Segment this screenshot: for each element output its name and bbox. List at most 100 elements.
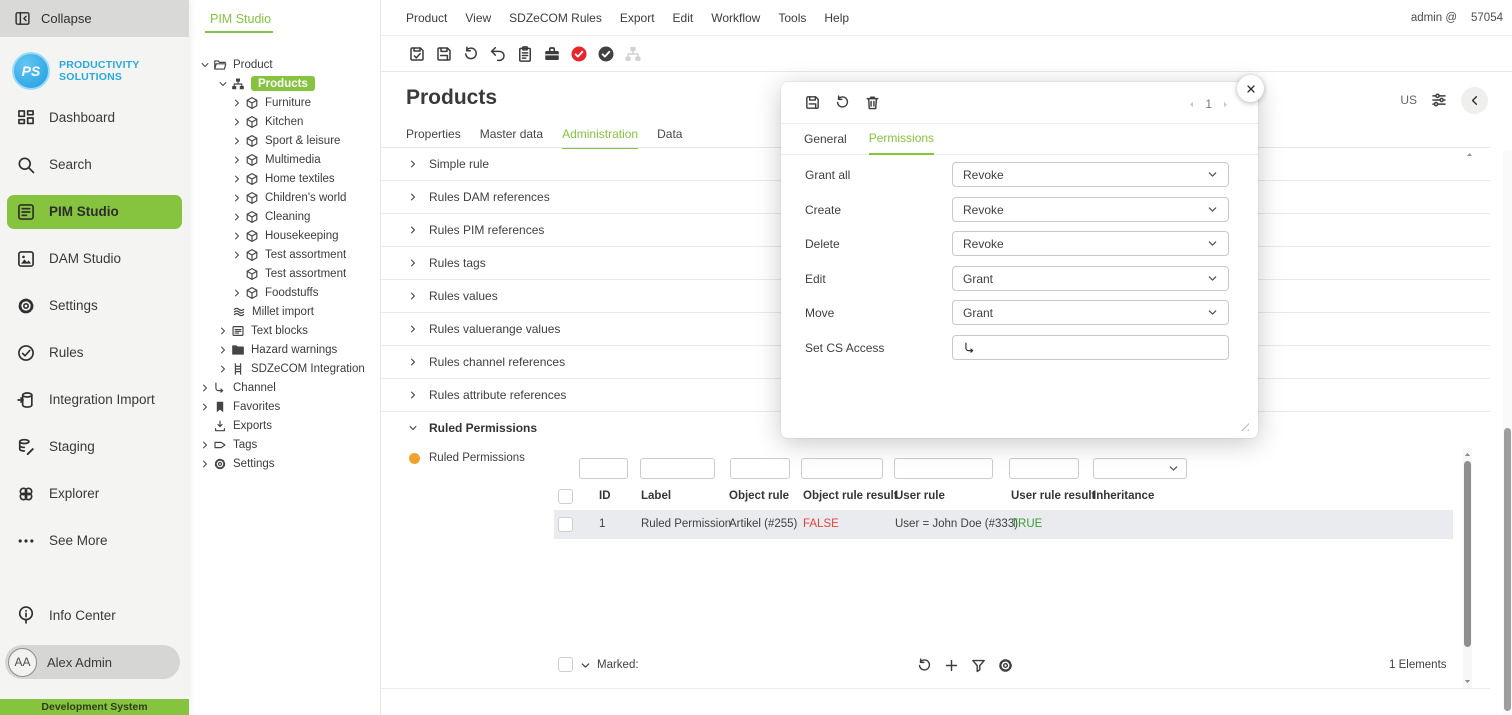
tree-node-foodstuffs[interactable]: Foodstuffs <box>189 283 380 302</box>
sidebar-item-info-center[interactable]: Info Center <box>0 600 189 630</box>
rule-item-ruled-permissions[interactable]: Ruled Permissions <box>381 444 525 472</box>
sidebar-item-dashboard[interactable]: Dashboard <box>0 94 189 141</box>
tree-node-favorites[interactable]: Favorites <box>189 397 380 416</box>
sidebar-item-explorer[interactable]: Explorer <box>0 470 189 517</box>
filter-label-input[interactable] <box>640 458 715 479</box>
tree-node-tags[interactable]: Tags <box>189 435 380 454</box>
delete-icon[interactable] <box>864 94 881 111</box>
filter-inheritance-select[interactable] <box>1093 458 1187 479</box>
scroll-up-icon[interactable] <box>1465 150 1474 159</box>
dialog-tab-general[interactable]: General <box>804 132 847 154</box>
tree-node-home-textiles[interactable]: Home textiles <box>189 169 380 188</box>
column-header-label[interactable]: Label <box>641 490 671 502</box>
tree-node-millet-import[interactable]: Millet import <box>189 302 380 321</box>
tree-node-text-blocks[interactable]: Text blocks <box>189 321 380 340</box>
toolbar-check-filled-icon[interactable] <box>597 45 615 63</box>
tree-node-test-assortment[interactable]: Test assortment <box>189 264 380 283</box>
input-set-cs-access[interactable] <box>952 335 1229 360</box>
save-icon[interactable] <box>804 94 821 111</box>
select-create[interactable]: Revoke <box>952 197 1229 222</box>
prev-page-icon[interactable] <box>1187 100 1196 109</box>
toolbar-check-filled-icon[interactable] <box>570 45 588 63</box>
table-settings-icon[interactable] <box>997 657 1014 674</box>
locale-selector[interactable]: US <box>1400 93 1417 107</box>
menu-workflow[interactable]: Workflow <box>711 11 760 25</box>
sidebar-item-staging[interactable]: Staging <box>0 423 189 470</box>
tree-node-hazard-warnings[interactable]: Hazard warnings <box>189 340 380 359</box>
tree-node-multimedia[interactable]: Multimedia <box>189 150 380 169</box>
sidebar-item-see-more[interactable]: See More <box>0 517 189 564</box>
scroll-up-icon[interactable] <box>1463 450 1472 459</box>
tree-node-test-assortment[interactable]: Test assortment <box>189 245 380 264</box>
user-menu[interactable]: AA Alex Admin <box>5 645 180 679</box>
column-header-inheritance[interactable]: Inheritance <box>1093 490 1154 502</box>
menu-export[interactable]: Export <box>620 11 655 25</box>
tree-node-product[interactable]: Product <box>189 55 380 74</box>
filter-settings-icon[interactable] <box>1430 91 1448 109</box>
menu-tools[interactable]: Tools <box>778 11 806 25</box>
collapse-button[interactable]: Collapse <box>0 0 189 37</box>
tree-node-sdzecom-integration[interactable]: SDZeCOM Integration <box>189 359 380 378</box>
sidebar-item-dam-studio[interactable]: DAM Studio <box>0 235 189 282</box>
menu-help[interactable]: Help <box>824 11 849 25</box>
toolbar-save-check-icon[interactable] <box>408 45 426 63</box>
sidebar-item-search[interactable]: Search <box>0 141 189 188</box>
select-edit[interactable]: Grant <box>952 266 1229 291</box>
collapse-panel-button[interactable] <box>1461 87 1488 114</box>
menu-sdzecom-rules[interactable]: SDZeCOM Rules <box>509 11 602 25</box>
dialog-tab-permissions[interactable]: Permissions <box>869 131 934 155</box>
filter-icon[interactable] <box>970 657 987 674</box>
toolbar-briefcase-icon[interactable] <box>543 45 561 63</box>
toolbar-undo-icon[interactable] <box>489 45 507 63</box>
toolbar-clipboard-icon[interactable] <box>516 45 534 63</box>
add-icon[interactable] <box>943 657 960 674</box>
tree-node-settings[interactable]: Settings <box>189 454 380 473</box>
tree-node-housekeeping[interactable]: Housekeeping <box>189 226 380 245</box>
menu-view[interactable]: View <box>465 11 491 25</box>
tab-administration[interactable]: Administration <box>562 127 638 149</box>
column-header-object_rule[interactable]: Object rule <box>729 490 789 502</box>
filter-user_rule_result-input[interactable] <box>1009 458 1079 479</box>
column-header-user_rule[interactable]: User rule <box>895 490 945 502</box>
select-all-checkbox[interactable] <box>558 489 573 504</box>
sidebar-item-settings[interactable]: Settings <box>0 282 189 329</box>
tab-master-data[interactable]: Master data <box>480 127 543 149</box>
scroll-down-icon[interactable] <box>1463 677 1472 686</box>
toolbar-refresh-icon[interactable] <box>462 45 480 63</box>
column-header-id[interactable]: ID <box>599 490 611 502</box>
tree-node-products[interactable]: Products <box>189 74 380 93</box>
sidebar-item-integration-import[interactable]: Integration Import <box>0 376 189 423</box>
menu-product[interactable]: Product <box>406 11 447 25</box>
table-row[interactable]: 1Ruled PermissionArtikel (#255)FALSEUser… <box>554 510 1453 539</box>
row-checkbox[interactable] <box>558 517 573 532</box>
footer-select-checkbox[interactable] <box>558 657 573 672</box>
close-dialog-button[interactable] <box>1237 75 1264 102</box>
page-scrollbar-thumb[interactable] <box>1504 428 1511 711</box>
select-delete[interactable]: Revoke <box>952 231 1229 256</box>
tree-node-cleaning[interactable]: Cleaning <box>189 207 380 226</box>
tree-node-exports[interactable]: Exports <box>189 416 380 435</box>
menu-edit[interactable]: Edit <box>673 11 694 25</box>
column-header-user_rule_result[interactable]: User rule result <box>1011 490 1095 502</box>
filter-object_rule-input[interactable] <box>730 458 790 479</box>
select-grant-all[interactable]: Revoke <box>952 162 1229 187</box>
tab-properties[interactable]: Properties <box>406 127 461 149</box>
refresh-icon[interactable] <box>916 657 933 674</box>
refresh-icon[interactable] <box>834 94 851 111</box>
tree-tab-pim-studio[interactable]: PIM Studio <box>210 12 271 26</box>
resize-handle[interactable] <box>1238 420 1249 431</box>
tab-data[interactable]: Data <box>657 127 682 149</box>
table-scrollbar-thumb[interactable] <box>1464 461 1471 647</box>
filter-object_rule_result-input[interactable] <box>801 458 883 479</box>
toolbar-save-icon[interactable] <box>435 45 453 63</box>
section-ruled-permissions[interactable]: Ruled Permissions <box>381 412 537 444</box>
tree-node-furniture[interactable]: Furniture <box>189 93 380 112</box>
tree-node-kitchen[interactable]: Kitchen <box>189 112 380 131</box>
column-header-object_rule_result[interactable]: Object rule result <box>803 490 898 502</box>
tree-node-sport-leisure[interactable]: Sport & leisure <box>189 131 380 150</box>
tree-node-channel[interactable]: Channel <box>189 378 380 397</box>
select-move[interactable]: Grant <box>952 300 1229 325</box>
tree-node-children-s-world[interactable]: Children's world <box>189 188 380 207</box>
next-page-icon[interactable] <box>1221 100 1230 109</box>
filter-id-input[interactable] <box>579 458 628 479</box>
